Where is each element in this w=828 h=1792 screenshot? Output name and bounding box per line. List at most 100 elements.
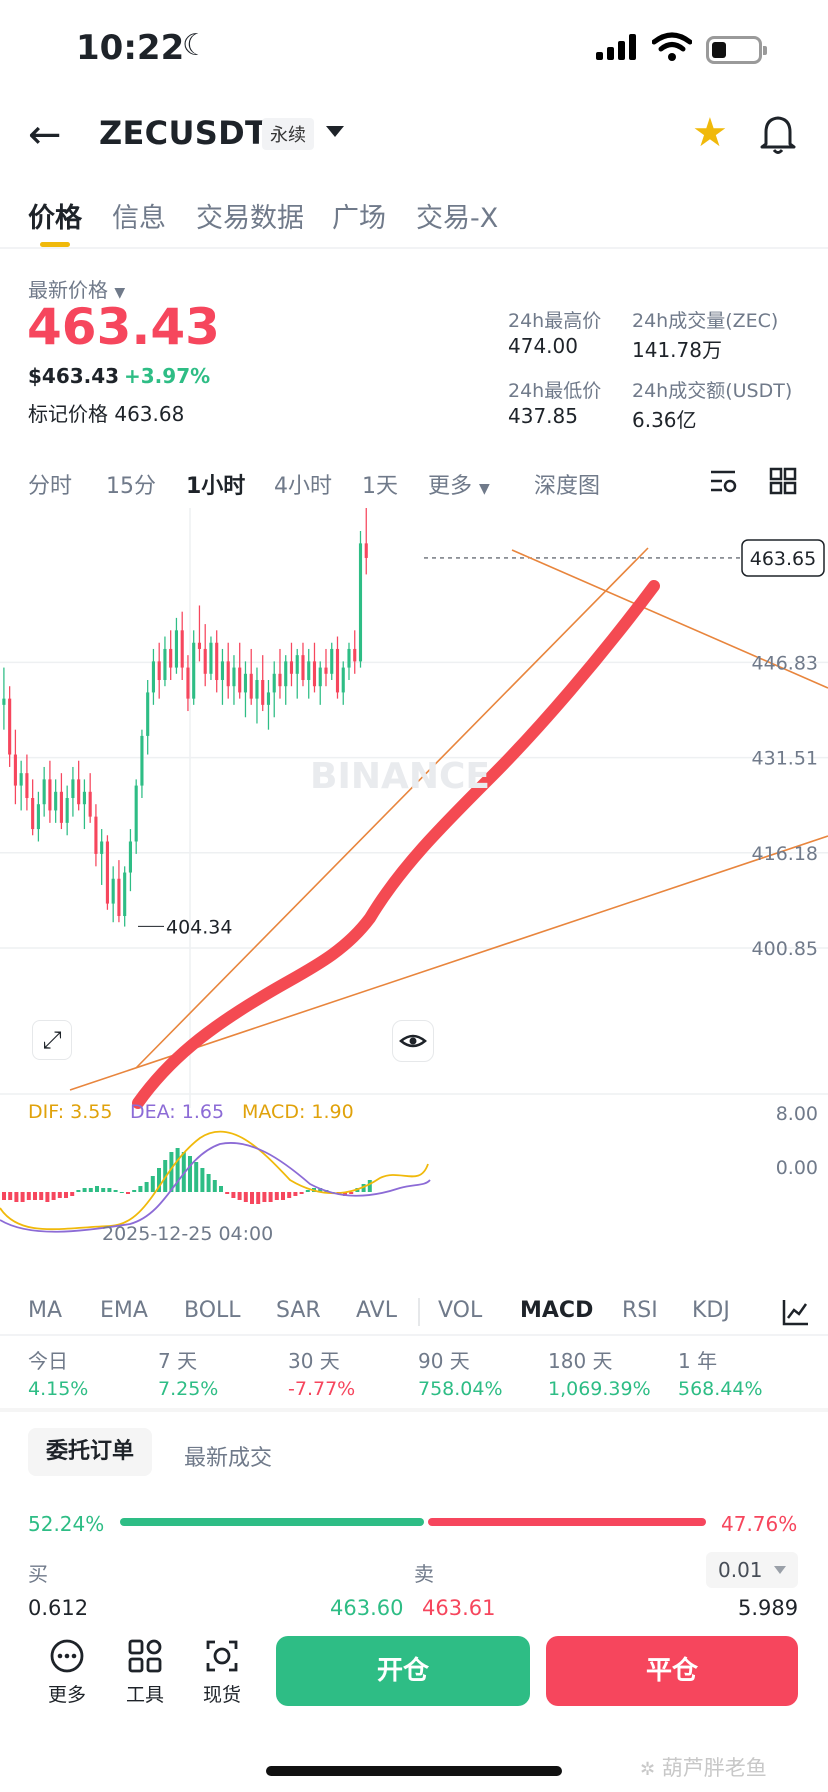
candles [2, 508, 368, 927]
tools-label[interactable]: 工具 [126, 1680, 164, 1707]
indicator-ema[interactable]: EMA [100, 1298, 148, 1323]
interval-1d[interactable]: 1天 [362, 468, 398, 500]
indicator-ma[interactable]: MA [28, 1298, 62, 1323]
macd-histogram-bar [113, 1190, 118, 1192]
tab-price[interactable]: 价格 [28, 196, 82, 235]
candle-body [100, 841, 104, 854]
macd-tick-label: 8.00 [776, 1103, 818, 1125]
interval-1h[interactable]: 1小时 [186, 468, 245, 500]
spot-icon[interactable] [204, 1638, 240, 1674]
close-position-button[interactable]: 平仓 [546, 1636, 798, 1706]
macd-histogram-bar [14, 1192, 19, 1202]
macd-histogram-bar [293, 1192, 298, 1196]
tab-recent-trades[interactable]: 最新成交 [184, 1440, 272, 1472]
candle-body [364, 543, 368, 558]
candle-body [232, 667, 236, 687]
grid-layout-icon[interactable] [768, 466, 798, 496]
interval-4h[interactable]: 4小时 [274, 468, 332, 500]
candle-body [88, 791, 92, 817]
candle-body [341, 667, 345, 693]
candle-body [117, 878, 121, 917]
more-icon[interactable] [49, 1638, 85, 1674]
macd-histogram-bar [287, 1192, 292, 1198]
candle-body [307, 661, 311, 681]
perf-7d-label: 7 天 [158, 1349, 198, 1373]
interval-15m[interactable]: 15分 [106, 468, 156, 500]
macd-histogram-bar [33, 1192, 37, 1200]
macd-histogram-bar [126, 1192, 130, 1194]
macd-histogram-bar [82, 1188, 87, 1192]
depth-chart-tab[interactable]: 深度图 [534, 468, 600, 500]
indicator-macd[interactable]: MACD [520, 1298, 593, 1323]
candle-body [192, 642, 196, 699]
back-arrow-icon[interactable]: ← [28, 112, 62, 158]
candle-body [238, 667, 242, 693]
volume-zec-value: 141.78万 [632, 338, 722, 362]
candle-body [284, 661, 288, 687]
macd-histogram-bar [132, 1190, 137, 1192]
chart-settings-icon[interactable] [708, 466, 738, 496]
y-tick-label: 416.18 [752, 843, 818, 865]
precision-select[interactable]: 0.01 [706, 1552, 798, 1588]
tab-trading-data[interactable]: 交易数据 [196, 196, 304, 235]
candle-body [209, 642, 213, 674]
interval-time[interactable]: 分时 [28, 468, 72, 500]
indicator-boll[interactable]: BOLL [184, 1298, 241, 1323]
macd-histogram-bar [57, 1192, 62, 1198]
macd-histogram-bar [231, 1192, 236, 1198]
macd-histogram-bar [95, 1186, 99, 1192]
candle-body [8, 698, 12, 755]
indicator-settings-icon[interactable] [780, 1296, 812, 1328]
macd-histogram-bar [225, 1192, 230, 1194]
pair-dropdown-icon[interactable] [326, 126, 344, 137]
perf-today-label: 今日 [28, 1349, 68, 1373]
candle-body [82, 791, 86, 805]
perf-180d-label: 180 天 [548, 1349, 613, 1373]
indicator-sar[interactable]: SAR [276, 1298, 321, 1323]
tools-icon[interactable] [127, 1638, 163, 1674]
candle-body [312, 661, 317, 687]
macd-histogram-bar [150, 1176, 155, 1192]
tab-open-orders[interactable]: 委托订单 [28, 1428, 152, 1476]
ask-quantity: 5.989 [738, 1596, 799, 1620]
macd-histogram-bar [268, 1192, 273, 1202]
macd-histogram-bar [262, 1192, 267, 1202]
indicator-kdj[interactable]: KDJ [692, 1298, 730, 1323]
indicator-avl[interactable]: AVL [356, 1298, 397, 1323]
macd-histogram-bar [76, 1190, 81, 1192]
ask-price[interactable]: 463.61 [422, 1596, 495, 1620]
tab-square[interactable]: 广场 [332, 196, 386, 235]
indicator-vol[interactable]: VOL [438, 1298, 482, 1323]
high-24h-value: 474.00 [508, 334, 578, 358]
tab-trade-x[interactable]: 交易-X [416, 196, 498, 235]
interval-more[interactable]: 更多 ▼ [428, 468, 490, 500]
macd-histogram-bar [188, 1156, 192, 1192]
focus-moon-icon: ☾ [182, 28, 209, 63]
fullscreen-icon[interactable]: ⤢ [32, 1020, 72, 1060]
spot-label[interactable]: 现货 [203, 1680, 241, 1707]
favorite-star-icon[interactable]: ★ [692, 110, 728, 156]
perf-30d-label: 30 天 [288, 1349, 340, 1373]
watermark: ✲ 葫芦胖老鱼 [640, 1756, 767, 1780]
candle-body [261, 680, 265, 705]
candle-body [353, 648, 357, 662]
macd-histogram-bar [45, 1192, 50, 1202]
pair-symbol[interactable]: ZECUSDT [99, 114, 267, 152]
more-label[interactable]: 更多 [48, 1680, 86, 1707]
indicator-rsi[interactable]: RSI [622, 1298, 658, 1323]
tab-info[interactable]: 信息 [112, 196, 166, 235]
macd-histogram-bar [243, 1192, 248, 1202]
open-position-button[interactable]: 开仓 [276, 1636, 530, 1706]
bid-price[interactable]: 463.60 [330, 1596, 403, 1620]
eye-icon[interactable] [392, 1020, 434, 1062]
macd-histogram-bar [305, 1190, 310, 1192]
bell-icon[interactable] [758, 112, 798, 156]
perf-1y-value: 568.44% [678, 1378, 763, 1400]
macd-histogram-bar [299, 1192, 304, 1194]
candlestick-chart[interactable]: 477.49446.83431.51416.18400.85BINANCE474… [0, 508, 828, 1248]
candle-body [71, 779, 75, 799]
candle-body [65, 798, 69, 823]
candle-body [31, 798, 35, 830]
candle-body [151, 661, 156, 693]
trendline-upper [135, 547, 649, 1069]
